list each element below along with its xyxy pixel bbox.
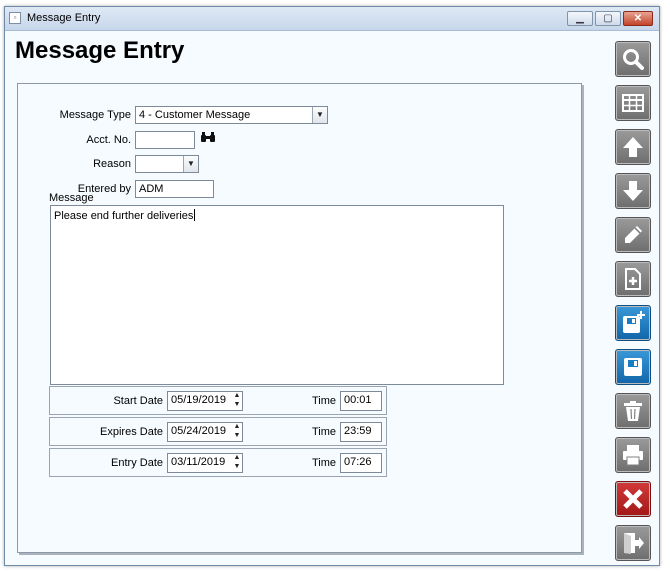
reason-select[interactable]: ▼: [135, 155, 199, 173]
start-date-spinner[interactable]: ▲ ▼: [231, 391, 243, 411]
cancel-button[interactable]: [615, 481, 651, 517]
window-close-button[interactable]: ✕: [623, 11, 653, 26]
new-record-button[interactable]: [615, 261, 651, 297]
print-icon: [623, 445, 643, 466]
delete-button[interactable]: [615, 393, 651, 429]
form-panel: Message Type 4 - Customer Message ▼ Acct…: [17, 83, 582, 553]
message-type-value: 4 - Customer Message: [139, 109, 251, 121]
previous-record-button[interactable]: [615, 129, 651, 165]
expires-time-field[interactable]: 23:59: [340, 422, 382, 442]
entry-date-label: Entry Date: [111, 457, 163, 469]
window-title: Message Entry: [27, 12, 101, 24]
text-caret: [194, 209, 196, 221]
close-icon: [623, 489, 643, 509]
grid-icon: [622, 94, 644, 112]
print-button[interactable]: [615, 437, 651, 473]
entered-by-field[interactable]: ADM: [135, 180, 214, 198]
start-date-label: Start Date: [113, 395, 163, 407]
new-document-icon: [625, 268, 641, 290]
acct-no-label: Acct. No.: [86, 134, 131, 146]
expires-date-spinner[interactable]: ▲ ▼: [231, 422, 243, 442]
entry-time-field[interactable]: 07:26: [340, 453, 382, 473]
expires-date-label: Expires Date: [100, 426, 163, 438]
search-button[interactable]: [615, 41, 651, 77]
message-label: Message: [49, 192, 94, 204]
message-type-label: Message Type: [59, 109, 131, 121]
save-new-button[interactable]: [615, 305, 651, 341]
save-icon: [624, 358, 642, 376]
next-record-button[interactable]: [615, 173, 651, 209]
save-new-icon: [623, 311, 645, 333]
trash-icon: [624, 401, 642, 421]
entry-date-row: Entry Date 03/11/2019 ▲ ▼ Time 07:26: [49, 448, 387, 477]
edit-button[interactable]: [615, 217, 651, 253]
search-icon: [623, 49, 644, 70]
start-date-row: Start Date 05/19/2019 ▲ ▼ Time 00:01: [49, 386, 387, 415]
save-button[interactable]: [615, 349, 651, 385]
arrow-up-icon: [623, 137, 643, 157]
chevron-down-icon[interactable]: ▼: [183, 156, 198, 172]
binoculars-icon[interactable]: [201, 131, 215, 146]
chevron-down-icon[interactable]: ▼: [312, 107, 327, 123]
exit-button[interactable]: [615, 525, 651, 561]
message-textarea[interactable]: Please end further deliveries: [50, 205, 504, 385]
message-type-select[interactable]: 4 - Customer Message ▼: [135, 106, 328, 124]
maximize-button[interactable]: ▢: [595, 11, 621, 26]
message-entry-window: ▫ Message Entry ▁ ▢ ✕ Message Entry Mess…: [4, 6, 660, 566]
pencil-icon: [625, 226, 642, 243]
expires-time-label: Time: [312, 426, 337, 438]
app-icon[interactable]: ▫: [9, 12, 21, 24]
arrow-down-icon: [623, 181, 643, 201]
exit-icon: [624, 533, 644, 554]
minimize-button[interactable]: ▁: [567, 11, 593, 26]
message-text: Please end further deliveries: [54, 210, 194, 222]
grid-view-button[interactable]: [615, 85, 651, 121]
start-time-label: Time: [312, 395, 337, 407]
title-bar: ▫ Message Entry ▁ ▢ ✕: [5, 7, 659, 31]
acct-no-field[interactable]: [135, 131, 195, 149]
start-time-field[interactable]: 00:01: [340, 391, 382, 411]
reason-label: Reason: [93, 158, 131, 170]
expires-date-row: Expires Date 05/24/2019 ▲ ▼ Time 23:59: [49, 417, 387, 446]
entry-date-spinner[interactable]: ▲ ▼: [231, 453, 243, 473]
page-title: Message Entry: [15, 37, 185, 64]
entry-time-label: Time: [312, 457, 337, 469]
